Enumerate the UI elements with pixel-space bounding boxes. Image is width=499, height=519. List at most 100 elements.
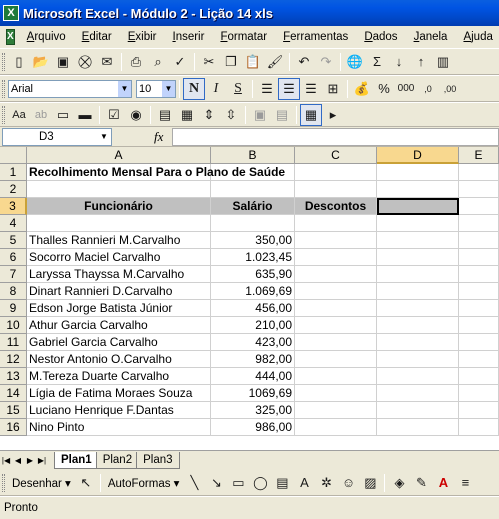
font-size-combo[interactable]: 10 ▼ — [136, 79, 176, 98]
row-header-13[interactable]: 13 — [0, 368, 27, 385]
toggle-grid-icon[interactable]: ▦ — [300, 103, 322, 126]
formula-input[interactable] — [172, 128, 499, 146]
cell-c7[interactable] — [295, 266, 377, 283]
column-header-b[interactable]: B — [211, 147, 295, 164]
cell-c8[interactable] — [295, 283, 377, 300]
toolbar-grip[interactable] — [2, 105, 5, 124]
font-name-combo[interactable]: Arial ▼ — [8, 79, 132, 98]
row-header-15[interactable]: 15 — [0, 402, 27, 419]
menu-ferramentas[interactable]: Ferramentas — [275, 31, 356, 43]
line-color-icon[interactable]: ✎ — [410, 472, 432, 494]
cell-b7[interactable]: 635,90 — [211, 266, 295, 283]
menu-arquivo[interactable]: Arquivo — [19, 31, 74, 43]
cell-e6[interactable] — [459, 249, 499, 266]
cell-b9[interactable]: 456,00 — [211, 300, 295, 317]
cell-c16[interactable] — [295, 419, 377, 436]
format-painter-icon[interactable]: 🖌 — [264, 51, 286, 73]
prev-sheet-icon[interactable]: ◀ — [12, 456, 24, 465]
fill-color-icon[interactable]: ◈ — [388, 472, 410, 494]
rectangle-icon[interactable]: ▭ — [227, 472, 249, 494]
cell-d16[interactable] — [377, 419, 459, 436]
toolbar-grip[interactable] — [2, 473, 5, 492]
row-header-1[interactable]: 1 — [0, 164, 27, 181]
currency-icon[interactable]: 💰 — [351, 78, 373, 100]
cell-d4[interactable] — [377, 215, 459, 232]
row-header-12[interactable]: 12 — [0, 351, 27, 368]
cell-b12[interactable]: 982,00 — [211, 351, 295, 368]
chevron-down-icon[interactable]: ▼ — [162, 80, 175, 97]
italic-button[interactable]: I — [205, 78, 227, 100]
cell-e13[interactable] — [459, 368, 499, 385]
option-button-icon[interactable]: ◉ — [125, 104, 147, 126]
toolbar-grip[interactable] — [2, 79, 5, 98]
column-header-d[interactable]: D — [377, 147, 459, 164]
cell-c3[interactable]: Descontos — [295, 198, 377, 215]
cell-d7[interactable] — [377, 266, 459, 283]
list-box-icon[interactable]: ▤ — [154, 104, 176, 126]
cell-d6[interactable] — [377, 249, 459, 266]
clipart-icon[interactable]: ☺ — [337, 472, 359, 494]
menu-ajuda[interactable]: Ajuda — [455, 31, 499, 43]
increase-decimal-icon[interactable]: ,0 — [417, 78, 439, 100]
menu-exibir[interactable]: Exibir — [120, 31, 165, 43]
row-header-16[interactable]: 16 — [0, 419, 27, 436]
align-right-icon[interactable]: ☰ — [300, 78, 322, 100]
cell-e12[interactable] — [459, 351, 499, 368]
wordart-icon[interactable]: A — [293, 472, 315, 494]
column-header-e[interactable]: E — [459, 147, 499, 164]
cell-b14[interactable]: 1069,69 — [211, 385, 295, 402]
email-icon[interactable]: ✉ — [96, 51, 118, 73]
row-header-3[interactable]: 3 — [0, 198, 27, 215]
row-header-9[interactable]: 9 — [0, 300, 27, 317]
cell-e14[interactable] — [459, 385, 499, 402]
arrow-icon[interactable]: ↘ — [205, 472, 227, 494]
horizontal-scrollbar[interactable] — [479, 453, 499, 469]
row-header-2[interactable]: 2 — [0, 181, 27, 198]
percent-icon[interactable]: % — [373, 78, 395, 100]
thousands-icon[interactable]: 000 — [395, 78, 417, 100]
row-header-11[interactable]: 11 — [0, 334, 27, 351]
select-objects-icon[interactable]: ↖ — [75, 472, 97, 494]
preview-icon[interactable]: ⌕ — [147, 51, 169, 73]
button-icon[interactable]: ▬ — [74, 104, 96, 126]
edit-box-icon[interactable]: ab — [30, 104, 52, 126]
column-header-a[interactable]: A — [27, 147, 211, 164]
cell-a15[interactable]: Luciano Henrique F.Dantas — [27, 402, 211, 419]
cell-a7[interactable]: Laryssa Thayssa M.Carvalho — [27, 266, 211, 283]
cell-b11[interactable]: 423,00 — [211, 334, 295, 351]
cell-d1[interactable] — [377, 164, 459, 181]
cell-d13[interactable] — [377, 368, 459, 385]
cell-c4[interactable] — [295, 215, 377, 232]
oval-icon[interactable]: ◯ — [249, 472, 271, 494]
cell-c5[interactable] — [295, 232, 377, 249]
next-sheet-icon[interactable]: ▶ — [24, 456, 36, 465]
autoshapes-button[interactable]: AutoFormas ▾ — [104, 476, 184, 490]
cell-e4[interactable] — [459, 215, 499, 232]
cell-e11[interactable] — [459, 334, 499, 351]
cell-c6[interactable] — [295, 249, 377, 266]
cell-c9[interactable] — [295, 300, 377, 317]
cell-c11[interactable] — [295, 334, 377, 351]
column-header-c[interactable]: C — [295, 147, 377, 164]
combo-box-icon[interactable]: ▦ — [176, 104, 198, 126]
last-sheet-icon[interactable]: ▶| — [36, 456, 48, 465]
autosum-icon[interactable]: Σ — [366, 51, 388, 73]
name-box[interactable]: D3 ▼ — [2, 127, 112, 146]
row-header-7[interactable]: 7 — [0, 266, 27, 283]
sort-desc-icon[interactable]: ↑ — [410, 51, 432, 73]
row-header-4[interactable]: 4 — [0, 215, 27, 232]
cell-e16[interactable] — [459, 419, 499, 436]
cell-c13[interactable] — [295, 368, 377, 385]
cell-e7[interactable] — [459, 266, 499, 283]
menu-editar[interactable]: Editar — [74, 31, 120, 43]
cell-a4[interactable] — [27, 215, 211, 232]
cell-b1[interactable] — [211, 164, 295, 181]
cell-b13[interactable]: 444,00 — [211, 368, 295, 385]
tab-plan1[interactable]: Plan1 — [54, 452, 99, 469]
toolbar-grip[interactable] — [2, 52, 5, 71]
tab-plan2[interactable]: Plan2 — [95, 452, 140, 469]
cell-d15[interactable] — [377, 402, 459, 419]
row-header-6[interactable]: 6 — [0, 249, 27, 266]
cell-e5[interactable] — [459, 232, 499, 249]
menu-formatar[interactable]: Formatar — [212, 31, 275, 43]
